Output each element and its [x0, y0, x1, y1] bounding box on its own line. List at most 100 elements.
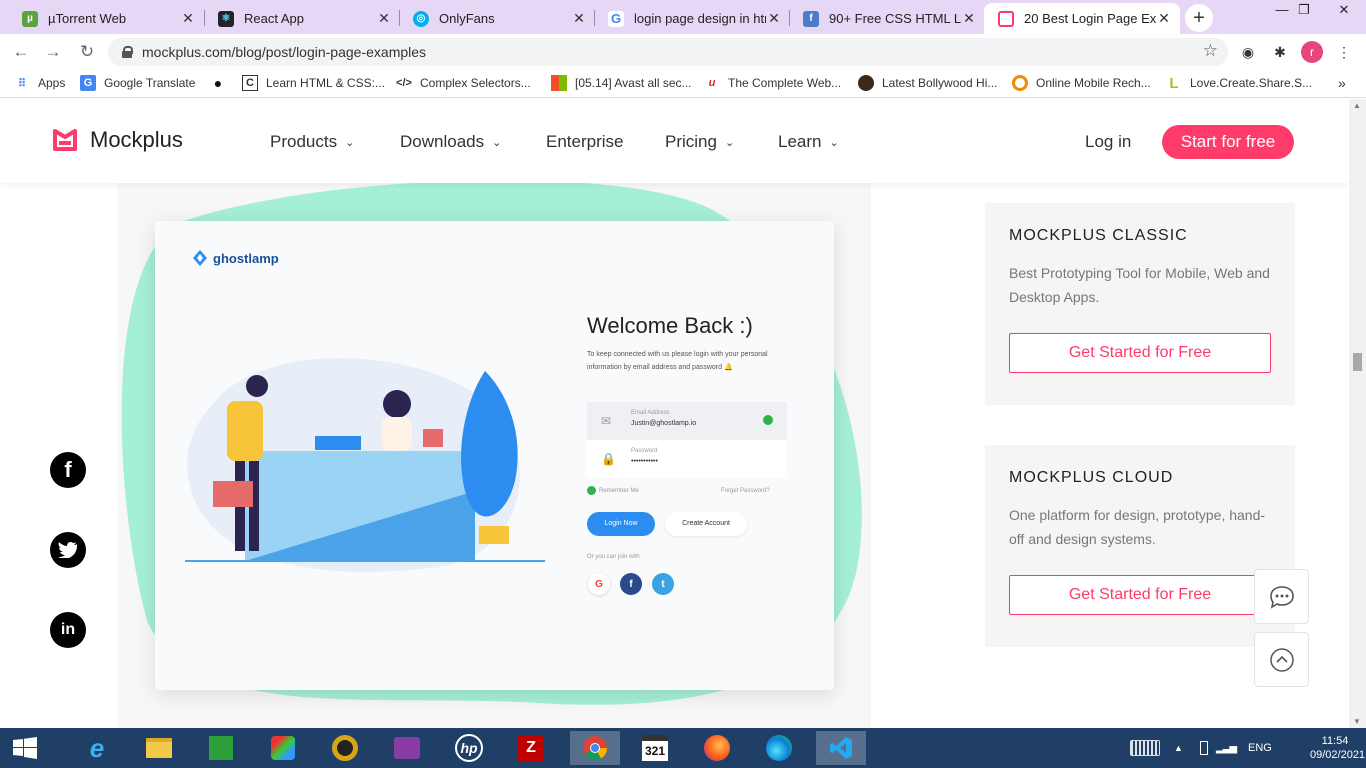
close-icon[interactable]: ✕ — [961, 10, 977, 27]
tab-mockplus-active[interactable]: 20 Best Login Page Exam ✕ — [984, 3, 1180, 34]
url-input[interactable]: mockplus.com/blog/post/login-page-exampl… — [108, 38, 1228, 66]
back-arrow-icon[interactable]: ← — [10, 41, 32, 63]
bookmark-google-translate[interactable]: G Google Translate — [80, 75, 195, 91]
battery-icon[interactable] — [1200, 728, 1208, 768]
twitter-share-icon[interactable] — [50, 532, 86, 568]
paint-icon[interactable] — [266, 731, 300, 765]
get-started-button[interactable]: Get Started for Free — [1009, 333, 1271, 373]
page-viewport: Mockplus Products ⌄ Downloads ⌄ Enterprise… — [0, 99, 1349, 728]
bookmark-recharge[interactable]: Online Mobile Rech... — [1012, 75, 1151, 91]
scroll-up-arrow-icon[interactable]: ▲ — [1353, 101, 1361, 110]
profile-avatar[interactable]: r — [1301, 41, 1323, 63]
bookmark-complete-web[interactable]: u The Complete Web... — [704, 75, 842, 91]
nav-learn[interactable]: Learn ⌄ — [778, 132, 839, 152]
clock[interactable]: 11:54 09/02/2021 — [1310, 734, 1365, 762]
face-icon — [858, 75, 874, 91]
bookmark-globe[interactable]: ● — [210, 75, 234, 91]
chevron-down-icon: ⌄ — [345, 136, 355, 149]
internet-explorer-icon[interactable]: e — [80, 731, 114, 765]
restore-button[interactable]: ❐ — [1284, 0, 1324, 20]
chat-bubble-icon — [1269, 585, 1294, 609]
show-hidden-icons-icon[interactable]: ▲ — [1174, 728, 1183, 768]
login-link[interactable]: Log in — [1085, 132, 1131, 152]
bookmark-complex-selectors[interactable]: </> Complex Selectors... — [396, 75, 531, 91]
tab-google-search[interactable]: G login page design in html ✕ — [594, 3, 790, 34]
codecademy-icon: C — [242, 75, 258, 91]
puzzle-icon[interactable]: ✱ — [1270, 42, 1290, 62]
facebook-share-icon[interactable]: f — [50, 452, 86, 488]
start-for-free-button[interactable]: Start for free — [1162, 125, 1294, 159]
reload-icon[interactable]: ↻ — [76, 41, 98, 63]
code-icon: </> — [396, 77, 412, 89]
chevron-down-icon: ⌄ — [724, 136, 735, 149]
linkedin-share-icon[interactable]: in — [50, 612, 86, 648]
forward-arrow-icon[interactable]: → — [42, 41, 64, 63]
mockplus-logo[interactable]: Mockplus — [52, 127, 183, 153]
tab-css-login[interactable]: f 90+ Free CSS HTML Login ✕ — [789, 3, 985, 34]
media-player-icon[interactable] — [328, 731, 362, 765]
login-mockup-image: ghostlamp Welcome Back :) To keep connec… — [155, 221, 834, 690]
windows-taskbar: e hp Z 321 ▲ ▂▃▅ ENG 11:54 09/02/2021 — [0, 728, 1366, 768]
remember-me: Remember Me — [599, 488, 639, 494]
get-started-button[interactable]: Get Started for Free — [1009, 575, 1271, 615]
scrollbar-thumb[interactable] — [1353, 353, 1362, 371]
nav-downloads[interactable]: Downloads ⌄ — [400, 132, 501, 152]
filezilla-icon[interactable]: Z — [514, 731, 548, 765]
vertical-scrollbar[interactable]: ▲ ▼ — [1349, 99, 1366, 728]
nav-products[interactable]: Products ⌄ — [270, 132, 354, 152]
language-indicator[interactable]: ENG — [1248, 728, 1272, 768]
edge-icon[interactable] — [762, 731, 796, 765]
store-icon[interactable] — [204, 731, 238, 765]
google-icon: G — [608, 10, 624, 27]
email-label: Email Address — [631, 410, 670, 416]
nav-label: Learn — [778, 132, 822, 151]
chrome-icon[interactable] — [570, 731, 620, 765]
back-to-top-button[interactable] — [1254, 632, 1309, 687]
bookmark-label: The Complete Web... — [728, 76, 842, 90]
bookmark-love-create[interactable]: L Love.Create.Share.S... — [1166, 74, 1312, 92]
remember-check-icon — [587, 486, 596, 495]
bookmark-bollywood[interactable]: Latest Bollywood Hi... — [858, 75, 997, 91]
close-icon[interactable]: ✕ — [1156, 10, 1172, 27]
vscode-icon[interactable] — [816, 731, 866, 765]
tab-title: React App — [244, 11, 304, 26]
url-text: mockplus.com/blog/post/login-page-exampl… — [142, 44, 427, 60]
scroll-down-arrow-icon[interactable]: ▼ — [1353, 717, 1361, 726]
nav-enterprise[interactable]: Enterprise — [546, 132, 623, 152]
extension-icon[interactable]: ◉ — [1238, 42, 1258, 62]
close-icon[interactable]: ✕ — [766, 10, 782, 27]
close-icon[interactable]: ✕ — [376, 10, 392, 27]
bookmark-avast[interactable]: [05.14] Avast all sec... — [551, 75, 692, 91]
tab-react-app[interactable]: ⚛ React App ✕ — [204, 3, 400, 34]
join-with-text: Or you can join with — [587, 554, 640, 560]
bookmark-learn-html[interactable]: C Learn HTML & CSS:... — [242, 75, 385, 91]
l-icon: L — [1169, 74, 1179, 92]
close-window-button[interactable]: ✕ — [1324, 0, 1364, 20]
new-tab-button[interactable]: + — [1185, 4, 1213, 32]
email-value: Justin@ghostlamp.io — [631, 420, 697, 427]
lock-icon — [122, 46, 133, 58]
bookmark-apps[interactable]: ⠿ Apps — [14, 75, 65, 91]
more-bookmarks-icon[interactable]: » — [1338, 75, 1346, 91]
firefox-icon[interactable] — [700, 731, 734, 765]
windows-start-icon[interactable] — [8, 731, 42, 765]
tab-onlyfans[interactable]: ◎ OnlyFans ✕ — [399, 3, 595, 34]
hp-icon[interactable]: hp — [452, 731, 486, 765]
connect-icon[interactable] — [390, 731, 424, 765]
signal-icon[interactable]: ▂▃▅ — [1216, 728, 1237, 768]
ghostlamp-name: ghostlamp — [213, 250, 279, 266]
close-icon[interactable]: ✕ — [571, 10, 587, 27]
close-icon[interactable]: ✕ — [180, 10, 196, 27]
tab-utorrent[interactable]: µ µTorrent Web ✕ — [8, 3, 204, 34]
file-explorer-icon[interactable] — [142, 731, 176, 765]
forgot-password: Forget Password? — [721, 488, 770, 494]
menu-dots-icon[interactable]: ⋮ — [1334, 42, 1354, 62]
chat-button[interactable] — [1254, 569, 1309, 624]
mockplus-logo-icon — [52, 128, 78, 152]
calendar-app-icon[interactable]: 321 — [638, 731, 672, 765]
bookmark-star-icon[interactable]: ☆ — [1203, 41, 1218, 61]
tab-title: login page design in html — [634, 11, 766, 26]
document-icon: f — [803, 10, 819, 27]
nav-pricing[interactable]: Pricing ⌄ — [665, 132, 734, 152]
keyboard-icon[interactable] — [1130, 728, 1160, 768]
